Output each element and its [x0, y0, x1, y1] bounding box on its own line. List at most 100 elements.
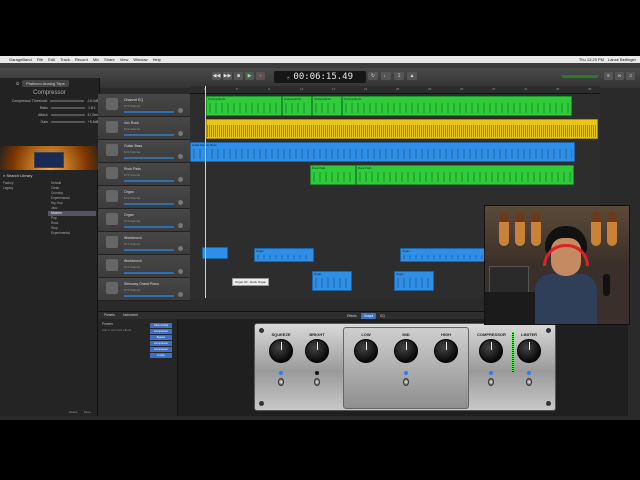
- play-button[interactable]: ▶: [245, 72, 254, 80]
- pan-knob[interactable]: [178, 269, 183, 274]
- region[interactable]: Rock Pads: [310, 165, 356, 185]
- pan-knob[interactable]: [178, 292, 183, 297]
- region[interactable]: Guitar Electric Bass: [190, 142, 575, 162]
- pan-knob[interactable]: [178, 200, 183, 205]
- pan-knob[interactable]: [178, 131, 183, 136]
- pan-knob[interactable]: [178, 154, 183, 159]
- toggle-switch[interactable]: [488, 378, 495, 386]
- region[interactable]: Organ: [254, 248, 314, 262]
- menu-track[interactable]: Track: [60, 57, 70, 62]
- save-button[interactable]: Save...: [84, 410, 93, 414]
- timeline-ruler[interactable]: 1 5 9 13 17 21 25 29 33 37 41 45 49: [190, 86, 600, 94]
- track-controls[interactable]: M S Volume: [124, 219, 140, 223]
- notepad-icon[interactable]: ≡: [604, 72, 613, 80]
- library-preset[interactable]: Experimental: [48, 231, 96, 236]
- track-header[interactable]: Workbench M S Volume: [98, 232, 190, 255]
- track-header[interactable]: Rock Pads M S Volume: [98, 163, 190, 186]
- param-slider[interactable]: [51, 107, 85, 109]
- track-header[interactable]: Channel EQ M S Volume: [98, 94, 190, 117]
- track-volume-slider[interactable]: [124, 295, 174, 297]
- track-header[interactable]: Guitar Bass M S Volume: [98, 140, 190, 163]
- toggle-switch[interactable]: [403, 378, 409, 386]
- track-controls[interactable]: M S Volume: [124, 127, 140, 131]
- audio-region[interactable]: [206, 119, 598, 139]
- menu-window[interactable]: Window: [133, 57, 147, 62]
- menu-view[interactable]: View: [120, 57, 129, 62]
- squeeze-knob[interactable]: [269, 339, 293, 363]
- track-controls[interactable]: M S Volume: [124, 104, 140, 108]
- toggle-switch[interactable]: [526, 378, 532, 386]
- track-controls[interactable]: M S Volume: [124, 196, 140, 200]
- preset-item[interactable]: Compressor: [150, 329, 172, 334]
- region[interactable]: Orchestral Kit: [312, 96, 342, 116]
- presets-tab[interactable]: Presets: [104, 313, 115, 317]
- library-search[interactable]: ⌕ Search Library: [0, 170, 97, 181]
- lcd-display[interactable]: ◷ 00:06:15.49: [274, 71, 366, 83]
- media-browser-icon[interactable]: ♫: [626, 72, 635, 80]
- menu-app-name[interactable]: GarageBand: [9, 57, 32, 62]
- track-header[interactable]: Vox Rock M S Volume: [98, 117, 190, 140]
- menu-edit[interactable]: Edit: [48, 57, 55, 62]
- high-knob[interactable]: [434, 339, 458, 363]
- pan-knob[interactable]: [178, 177, 183, 182]
- power-icon[interactable]: ⏻: [16, 81, 19, 86]
- region[interactable]: Rock Pads: [356, 165, 574, 185]
- track-header[interactable]: Steinway Grand Piano M S Volume: [98, 278, 190, 301]
- mid-knob[interactable]: [394, 339, 418, 363]
- track-controls[interactable]: M S Volume: [124, 288, 140, 292]
- menu-help[interactable]: Help: [153, 57, 161, 62]
- region[interactable]: Orchestral Kit: [282, 96, 312, 116]
- master-volume-slider[interactable]: [562, 75, 598, 78]
- track-volume-slider[interactable]: [124, 111, 174, 113]
- track-header[interactable]: Organ M S Volume: [98, 186, 190, 209]
- pan-knob[interactable]: [178, 223, 183, 228]
- toggle-switch[interactable]: [314, 378, 320, 386]
- compressor-knob[interactable]: [479, 339, 504, 363]
- region[interactable]: Orchestral Kit: [206, 96, 282, 116]
- region[interactable]: Organ: [312, 271, 352, 291]
- bright-knob[interactable]: [305, 339, 329, 363]
- track-volume-slider[interactable]: [124, 203, 174, 205]
- track-controls[interactable]: M S Volume: [124, 150, 140, 154]
- rewind-button[interactable]: ◀◀: [212, 72, 221, 80]
- region[interactable]: Orchestral Kit: [342, 96, 572, 116]
- delete-button[interactable]: Delete: [69, 410, 78, 414]
- forward-button[interactable]: ▶▶: [223, 72, 232, 80]
- track-controls[interactable]: M S Volume: [124, 242, 140, 246]
- track-volume-slider[interactable]: [124, 134, 174, 136]
- low-knob[interactable]: [354, 339, 378, 363]
- menu-record[interactable]: Record: [75, 57, 88, 62]
- record-button[interactable]: ●: [256, 72, 265, 80]
- instrument-tab[interactable]: Instrument: [123, 313, 138, 317]
- preset-item[interactable]: Channel EQ: [150, 323, 172, 328]
- param-slider[interactable]: [50, 114, 85, 116]
- track-volume-slider[interactable]: [124, 226, 174, 228]
- track-header[interactable]: Workbench M S Volume: [98, 255, 190, 278]
- preset-item[interactable]: Limiter: [150, 353, 172, 358]
- count-in-icon[interactable]: 1: [394, 72, 404, 80]
- preset-item[interactable]: Bypass: [150, 335, 172, 340]
- menu-file[interactable]: File: [37, 57, 43, 62]
- menu-mix[interactable]: Mix: [93, 57, 99, 62]
- param-slider[interactable]: [50, 100, 84, 102]
- track-volume-slider[interactable]: [124, 272, 174, 274]
- region[interactable]: Organ: [394, 271, 434, 291]
- loop-browser-icon[interactable]: ∞: [615, 72, 624, 80]
- preset-item[interactable]: Compressor: [150, 347, 172, 352]
- playhead[interactable]: [205, 86, 206, 298]
- metronome-icon[interactable]: ▲: [407, 72, 417, 80]
- stop-button[interactable]: ■: [234, 72, 243, 80]
- pan-knob[interactable]: [178, 108, 183, 113]
- cycle-icon[interactable]: ↻: [368, 72, 378, 80]
- track-controls[interactable]: M S Volume: [124, 173, 140, 177]
- user-name[interactable]: Lance Bettinger: [608, 57, 636, 62]
- library-category[interactable]: Legacy: [0, 186, 48, 191]
- tuner-icon[interactable]: ♩: [381, 72, 391, 80]
- track-controls[interactable]: M S Volume: [124, 265, 140, 269]
- preset-item[interactable]: Compressor: [150, 341, 172, 346]
- menu-share[interactable]: Share: [104, 57, 115, 62]
- toggle-switch[interactable]: [278, 378, 284, 386]
- track-volume-slider[interactable]: [124, 157, 174, 159]
- pan-knob[interactable]: [178, 246, 183, 251]
- preset-selector[interactable]: Platinum Analog Tape: [22, 79, 69, 87]
